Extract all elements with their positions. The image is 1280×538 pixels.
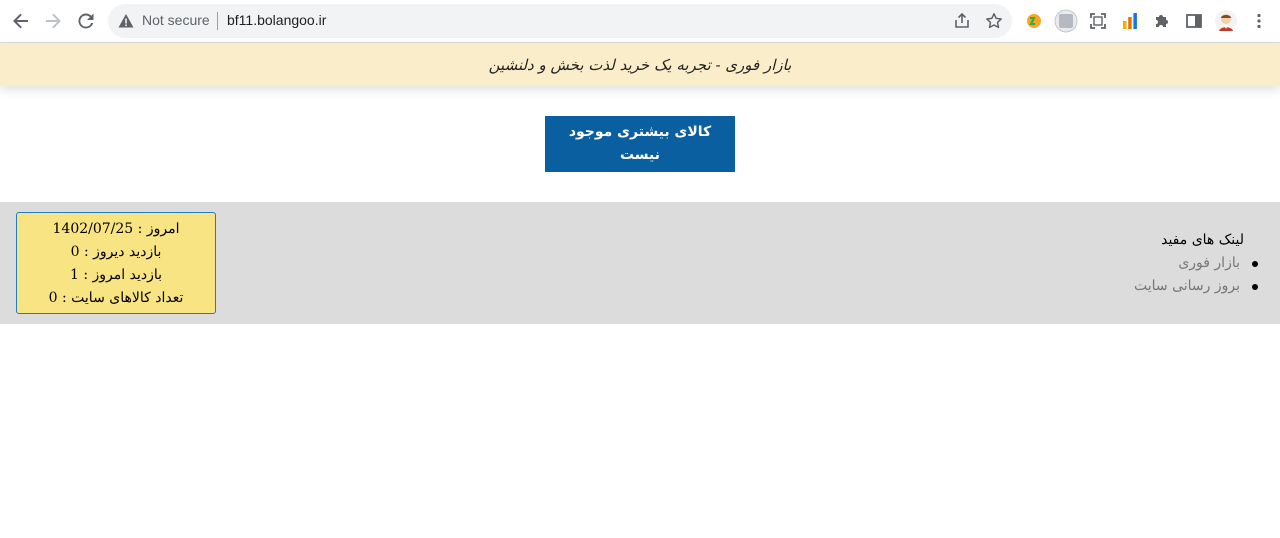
back-button[interactable]	[5, 5, 37, 37]
profile-button[interactable]	[1210, 5, 1242, 37]
analytics-extension-button[interactable]	[1114, 5, 1146, 37]
no-more-products-notice: کالای بیشتری موجود نیست	[545, 116, 735, 172]
banner-text: بازار فوری - تجربه یک خرید لذت بخش و دلن…	[488, 55, 792, 74]
star-icon[interactable]	[985, 12, 1003, 30]
extension-button-2[interactable]	[1050, 5, 1082, 37]
forward-button[interactable]	[37, 5, 69, 37]
browser-toolbar: Not secure bf11.bolangoo.ir	[0, 0, 1280, 43]
site-banner: بازار فوری - تجربه یک خرید لذت بخش و دلن…	[0, 43, 1280, 86]
link-site-update[interactable]: بروز رسانی سایت	[1134, 275, 1259, 298]
today-date: امروز : 1402/07/25	[52, 221, 180, 237]
site-stats-box: امروز : 1402/07/25 بازدید دیروز : 0 بازد…	[16, 212, 216, 314]
reload-icon	[78, 13, 94, 29]
site-footer: امروز : 1402/07/25 بازدید دیروز : 0 بازد…	[0, 202, 1280, 324]
useful-links-title: لینک های مفید	[1161, 232, 1244, 248]
avatar-icon	[1215, 10, 1237, 32]
side-panel-icon	[1186, 14, 1202, 28]
omnibox-divider	[217, 12, 218, 30]
extension-button-1[interactable]	[1018, 5, 1050, 37]
link-bazar-fori[interactable]: بازار فوری	[1134, 252, 1259, 275]
url-text[interactable]: bf11.bolangoo.ir	[227, 12, 326, 28]
extension-square-icon	[1054, 9, 1078, 33]
product-count: تعداد کالاهای سایت : 0	[48, 290, 184, 306]
reload-button[interactable]	[70, 5, 102, 37]
back-arrow-icon	[13, 13, 28, 29]
useful-links-list: بازار فوری بروز رسانی سایت	[1134, 252, 1259, 298]
warning-icon	[118, 14, 134, 28]
today-visits: بازدید امروز : 1	[69, 267, 163, 283]
more-vertical-icon	[1257, 13, 1261, 29]
security-label[interactable]: Not secure	[142, 12, 210, 28]
extensions-button[interactable]	[1146, 5, 1178, 37]
notice-text: کالای بیشتری موجود نیست	[568, 124, 712, 163]
forward-arrow-icon	[46, 13, 61, 29]
capture-icon	[1090, 13, 1106, 29]
menu-button[interactable]	[1243, 5, 1275, 37]
extension-logo-icon	[1027, 14, 1041, 28]
address-bar[interactable]: Not secure bf11.bolangoo.ir	[108, 4, 1012, 38]
useful-links: لینک های مفید بازار فوری بروز رسانی سایت	[1134, 229, 1259, 298]
puzzle-icon	[1156, 15, 1168, 27]
share-icon[interactable]	[953, 12, 971, 30]
yesterday-visits: بازدید دیروز : 0	[70, 244, 162, 260]
side-panel-button[interactable]	[1178, 5, 1210, 37]
screenshot-button[interactable]	[1082, 5, 1114, 37]
bar-chart-icon	[1123, 13, 1137, 29]
